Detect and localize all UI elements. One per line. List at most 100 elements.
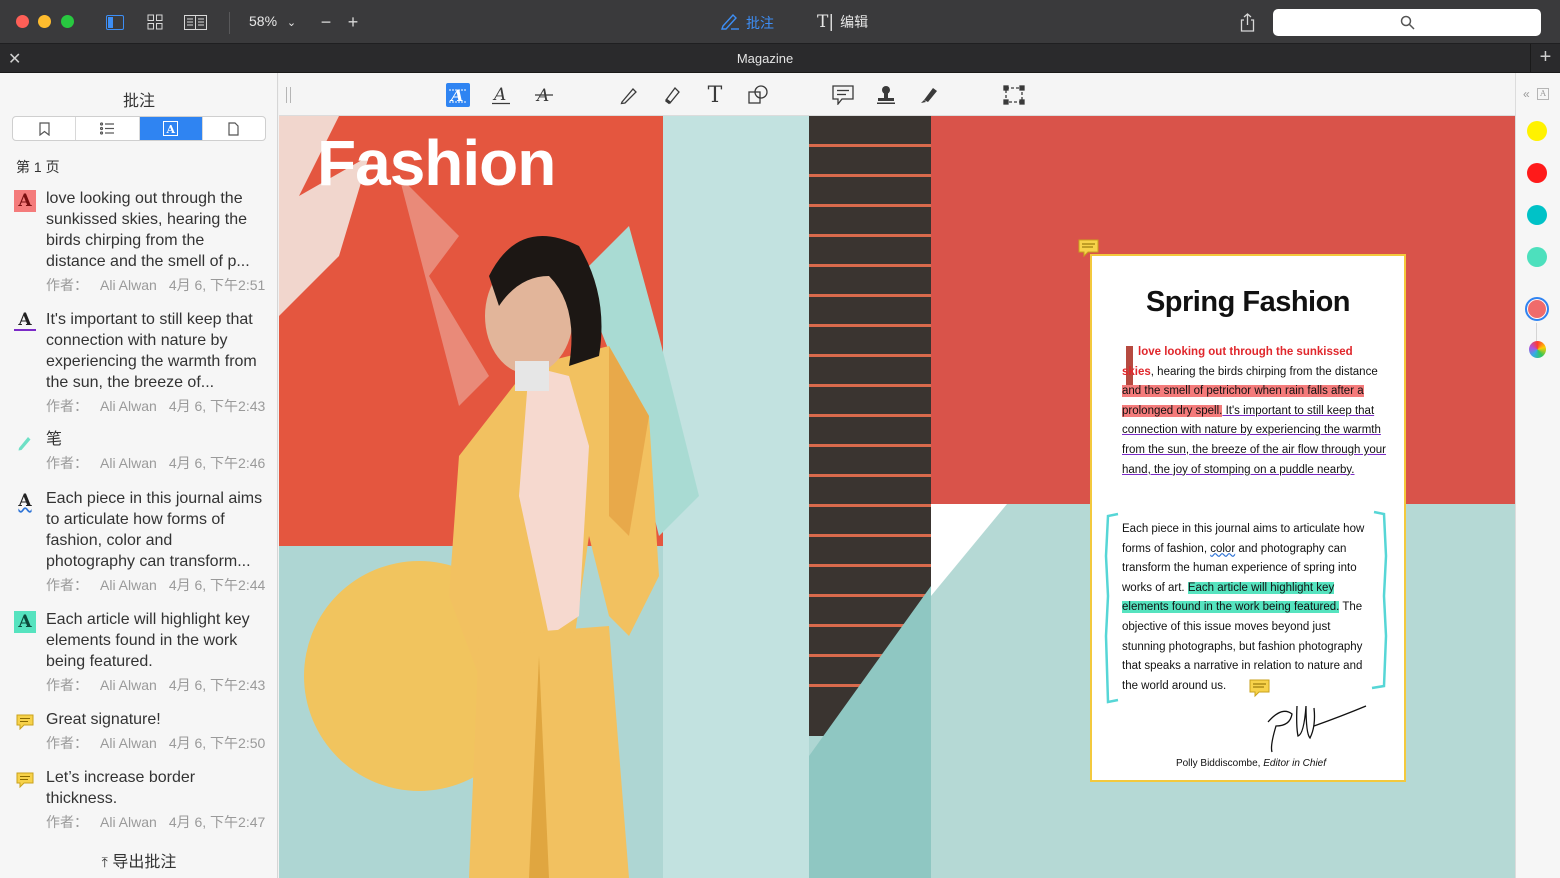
sidebar-toggle-icon[interactable] [105,12,125,32]
annotation-text: Each article will highlight key elements… [46,611,250,670]
annotation-date: 4月 6, 下午2:44 [168,577,266,593]
author-label: 作者： [46,277,88,293]
color-swatch-red[interactable] [1527,163,1547,183]
signature-role: Editor in Chief [1263,758,1327,769]
sidebar-segmented-control: A [12,116,266,141]
annotation-date: 4月 6, 下午2:46 [168,455,266,471]
annotation-item[interactable]: A Each article will highlight key elemen… [14,609,266,699]
zoom-out-icon[interactable]: − [318,12,334,32]
bookmark-icon [39,121,50,136]
zoom-select[interactable]: 58% ⌄ [249,13,296,29]
annotations-tab[interactable]: A [139,117,203,140]
annotation-meta: 作者： Ali Alwan 4月 6, 下午2:51 [46,275,265,295]
annotation-text: Each piece in this journal aims to artic… [46,490,263,570]
annotation-date: 4月 6, 下午2:47 [168,814,266,830]
list-icon [99,122,114,135]
edit-mode-button[interactable]: T| 编辑 [817,12,868,32]
annotation-item[interactable]: 笔 作者： Ali Alwan 4月 6, 下午2:46 [14,429,266,479]
author-label: 作者： [46,455,88,471]
reader-view-icon[interactable] [183,12,207,32]
export-icon: ⤒ [101,854,108,870]
color-swatch-yellow[interactable] [1527,121,1547,141]
pen-bracket-drawing[interactable] [1092,256,1404,780]
spring-fashion-card: Spring Fashion love looking out through … [1090,254,1406,782]
annotation-date: 4月 6, 下午2:43 [168,677,266,693]
export-annotations-button[interactable]: ⤒ 导出批注 [0,848,278,872]
author-name: Ali Alwan [100,677,157,693]
edit-mode-label: 编辑 [840,14,869,30]
annotation-item[interactable]: Let’s increase border thickness. 作者： Ali … [14,767,266,837]
author-label: 作者： [46,677,88,693]
highlight-tool-icon[interactable]: A [446,83,470,107]
tab-magazine[interactable]: Magazine [0,51,1530,66]
annotation-item[interactable]: A Each piece in this journal aims to art… [14,488,266,598]
color-swatch-teal[interactable] [1527,205,1547,225]
search-icon [1400,15,1415,30]
svg-text:A: A [166,123,176,136]
document-page: Fashion Spring Fashion love looking out … [279,116,1515,878]
share-icon[interactable] [1238,12,1256,32]
collapse-chevron-icon[interactable]: « [1523,87,1530,101]
annotate-mode-label: 批注 [746,14,774,31]
annotation-date: 4月 6, 下午2:51 [168,277,266,293]
annotation-icon: A [163,121,179,136]
signature-caption: Polly Biddiscombe, Editor in Chief [1092,758,1404,769]
text-squiggly-icon: A [18,491,32,511]
author-label: 作者： [46,577,88,593]
pencil-icon [720,12,740,33]
search-field[interactable] [1273,9,1541,36]
zoom-value: 58% [249,13,278,29]
annotation-item[interactable]: Great signature! 作者： Ali Alwan 4月 6, 下午2:5… [14,709,266,759]
comment-tool-icon[interactable] [831,83,855,107]
annotation-meta: 作者： Ali Alwan 4月 6, 下午2:44 [46,575,265,595]
annotation-text: 笔 [46,431,63,448]
close-window-button[interactable] [16,15,29,28]
chevron-down-icon: ⌄ [286,17,297,29]
text-underline-icon: A [14,310,36,331]
author-label: 作者： [46,735,88,751]
bookmark-tab[interactable] [13,117,77,140]
zoom-in-icon[interactable]: + [345,12,361,32]
style-icon[interactable]: A [1537,88,1549,100]
pages-tab[interactable] [203,117,265,140]
export-label: 导出批注 [112,854,177,871]
stamp-tool-icon[interactable] [874,83,898,107]
toolbar-separator [229,12,230,34]
toolbar-grip[interactable] [286,87,291,103]
signature-tool-icon[interactable] [917,83,941,107]
grid-view-icon[interactable] [145,12,165,32]
annotation-meta: 作者： Ali Alwan 4月 6, 下午2:43 [46,675,265,695]
note-icon [14,769,36,791]
zoom-window-button[interactable] [61,15,74,28]
annotation-toolbar: A A A T [279,73,1515,116]
annotation-item[interactable]: A love looking out through the sunkissed… [14,188,266,298]
svg-text:A: A [492,85,506,105]
outline-tab[interactable] [76,117,140,140]
eraser-tool-icon[interactable] [660,83,684,107]
color-swatch-mint[interactable] [1527,247,1547,267]
selection-tool-icon[interactable] [1002,83,1026,107]
sidebar-title: 批注 [122,93,155,110]
shape-tool-icon[interactable] [746,83,770,107]
minimize-window-button[interactable] [38,15,51,28]
author-name: Ali Alwan [100,735,157,751]
new-tab-button[interactable]: + [1530,44,1560,73]
color-wheel-icon[interactable] [1529,341,1546,358]
underline-tool-icon[interactable]: A [489,83,513,107]
note-marker[interactable] [1249,679,1270,698]
annotation-meta: 作者： Ali Alwan 4月 6, 下午2:47 [46,812,265,832]
text-tool-icon[interactable]: T [703,83,727,108]
color-swatch-coral-selected[interactable] [1525,297,1549,321]
text-highlight-green-icon: A [14,611,36,633]
tab-bar: ✕ Magazine + [0,44,1560,73]
pencil-tool-icon[interactable] [617,83,641,107]
annotation-text: Great signature! [46,711,161,728]
annotation-text: love looking out through the sunkissed s… [46,190,250,270]
page-icon [228,121,239,136]
annotation-item[interactable]: A It's important to still keep that conn… [14,309,266,419]
title-bar: 58% ⌄ − + 批注 T| 编辑 [0,0,1560,44]
annotate-mode-button[interactable]: 批注 [720,12,774,33]
strikethrough-tool-icon[interactable]: A [532,83,556,107]
author-name: Ali Alwan [100,455,157,471]
annotation-date: 4月 6, 下午2:43 [168,398,266,414]
